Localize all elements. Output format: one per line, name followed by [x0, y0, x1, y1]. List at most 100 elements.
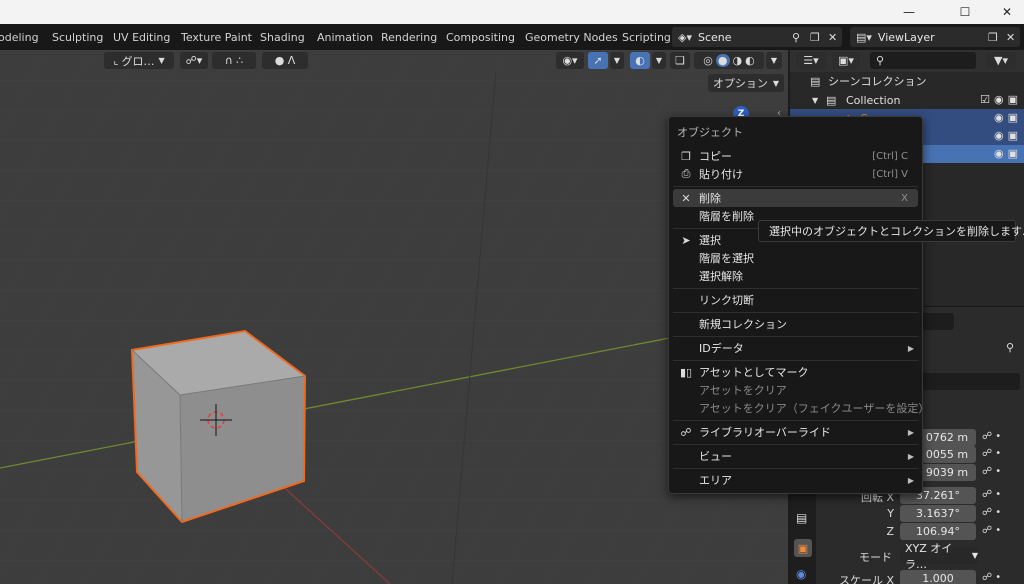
eye-icon[interactable]: ◉: [994, 129, 1004, 142]
outliner-row-scene-collection[interactable]: ▤ シーンコレクション: [790, 72, 1024, 90]
filter-view-dropdown[interactable]: ▣▾: [832, 52, 860, 69]
copy-view-layer-icon[interactable]: ❐: [988, 31, 998, 44]
eye-icon[interactable]: ◉: [994, 147, 1004, 160]
close-button[interactable]: ✕: [984, 0, 1024, 24]
location-x-field[interactable]: 0762 m: [918, 429, 976, 446]
gizmo-icon: ➚: [593, 54, 603, 67]
outliner-row-collection[interactable]: ▼ ▤ Collection ☑ ◉ ▣: [790, 91, 1024, 109]
paste-icon: ⎙: [681, 167, 691, 180]
lock-icon[interactable]: ☍ •: [982, 507, 1001, 518]
tab-compositing[interactable]: Compositing: [446, 29, 515, 47]
shading-mode-switcher[interactable]: ◎ ● ◑ ◐: [694, 52, 764, 69]
maximize-button[interactable]: ☐: [942, 0, 988, 24]
tab-uv-editing[interactable]: UV Editing: [113, 29, 170, 47]
eye-icon[interactable]: ◉: [994, 111, 1004, 124]
lock-icon[interactable]: ☍ •: [982, 489, 1001, 500]
tab-scripting[interactable]: Scripting: [622, 29, 671, 47]
remove-scene-icon[interactable]: ✕: [828, 31, 837, 44]
minimize-button[interactable]: —: [886, 0, 932, 24]
rotation-z-field[interactable]: 106.94°: [900, 523, 976, 540]
tab-shading[interactable]: Shading: [260, 29, 305, 47]
lock-icon[interactable]: ☍ •: [982, 431, 1001, 442]
submenu-arrow-icon: ▶: [907, 427, 914, 437]
pivot-point-dropdown[interactable]: ☍▾: [180, 52, 208, 69]
object-name-field[interactable]: [918, 373, 1020, 390]
rotation-mode-dropdown[interactable]: XYZ オイラ… ▼: [900, 542, 978, 571]
location-z-field[interactable]: 9039 m: [918, 464, 976, 481]
copy-scene-icon[interactable]: ❐: [810, 31, 820, 44]
chevron-down-icon: ▼: [772, 78, 780, 88]
menu-item-area[interactable]: エリア ▶: [673, 471, 918, 489]
display-mode-dropdown[interactable]: ☰▾: [796, 52, 826, 69]
location-y-field[interactable]: 0055 m: [918, 446, 976, 463]
camera-render-icon[interactable]: ▣: [1008, 129, 1018, 142]
outliner-search-input[interactable]: ⚲: [870, 52, 976, 69]
overlay-toggle[interactable]: ◐: [630, 52, 650, 69]
camera-render-icon[interactable]: ▣: [1008, 111, 1018, 124]
scale-x-field[interactable]: 1.000: [900, 570, 976, 584]
options-dropdown[interactable]: オプション ▼: [708, 74, 784, 92]
orientation-icon: ⌞: [113, 54, 119, 67]
checkbox-icon[interactable]: ☑: [980, 93, 990, 106]
options-label: オプション: [712, 77, 768, 90]
gizmo-dropdown[interactable]: ▼: [610, 52, 624, 69]
properties-search-input[interactable]: [918, 313, 954, 330]
menu-item-label: コピー: [699, 150, 732, 163]
modifier-properties-icon[interactable]: ◉: [796, 567, 806, 581]
proportional-edit-toggle[interactable]: ● Λ: [262, 52, 308, 69]
menu-item-library-override[interactable]: ☍ ライブラリオーバーライド ▶: [673, 423, 918, 441]
lock-icon[interactable]: ☍ •: [982, 572, 1001, 583]
rendered-shading-icon[interactable]: ◐: [745, 54, 755, 67]
camera-render-icon[interactable]: ▣: [1008, 147, 1018, 160]
eye-icon[interactable]: ◉: [994, 93, 1004, 106]
lock-icon[interactable]: ☍ •: [982, 466, 1001, 477]
tab-sculpting[interactable]: Sculpting: [52, 29, 103, 47]
tab-texture-paint[interactable]: Texture Paint: [181, 29, 252, 47]
view-layer-selector[interactable]: ▤▾ ViewLayer ❐ ✕: [850, 27, 1020, 47]
transform-orientation-dropdown[interactable]: ⌞ グロ… ▼: [104, 52, 174, 69]
scene-selector[interactable]: ◈▾ Scene ⚲ ❐ ✕: [672, 27, 842, 47]
rotation-mode-label: モード: [859, 551, 892, 564]
collection-properties-icon[interactable]: ▤: [796, 511, 807, 525]
menu-separator: [673, 360, 918, 361]
remove-view-layer-icon[interactable]: ✕: [1006, 31, 1015, 44]
menu-item-unlink[interactable]: リンク切断: [673, 291, 918, 309]
xray-toggle[interactable]: ❏: [670, 52, 690, 69]
menu-item-new-collection[interactable]: 新規コレクション: [673, 315, 918, 333]
object-properties-icon[interactable]: ▣: [794, 539, 812, 557]
visibility-dropdown[interactable]: ◉▾: [556, 52, 584, 69]
menu-item-mark-asset[interactable]: ▮▯ アセットとしてマーク: [673, 363, 918, 381]
solid-shading-icon[interactable]: ●: [715, 54, 730, 67]
pin-icon[interactable]: ⚲: [792, 31, 800, 44]
filter-dropdown[interactable]: ▼▾: [986, 52, 1016, 69]
menu-item-select-hierarchy[interactable]: 階層を選択: [673, 249, 918, 267]
tab-animation[interactable]: Animation: [317, 29, 373, 47]
camera-render-icon[interactable]: ▣: [1008, 93, 1018, 106]
menu-item-label: 新規コレクション: [699, 318, 787, 331]
menu-item-view[interactable]: ビュー ▶: [673, 447, 918, 465]
gizmo-toggle[interactable]: ➚: [588, 52, 608, 69]
pin-icon[interactable]: ⚲: [1006, 341, 1014, 354]
menu-item-delete[interactable]: ✕ 削除 X: [673, 189, 918, 207]
overlay-dropdown[interactable]: ▼: [652, 52, 666, 69]
menu-item-deselect[interactable]: 選択解除: [673, 267, 918, 285]
x-icon: ✕: [681, 191, 691, 205]
lock-icon[interactable]: ☍ •: [982, 525, 1001, 536]
menu-item-copy[interactable]: ❐ コピー [Ctrl] C: [673, 147, 918, 165]
expand-arrow-icon[interactable]: ▼: [812, 96, 818, 105]
tab-modeling[interactable]: odeling: [0, 29, 39, 47]
material-shading-icon[interactable]: ◑: [733, 54, 743, 67]
snap-toggle[interactable]: ∩ ∴: [212, 52, 256, 69]
tab-geometry-nodes[interactable]: Geometry Nodes: [525, 29, 618, 47]
pivot-icon: ☍▾: [185, 54, 203, 67]
menu-item-id-data[interactable]: IDデータ ▶: [673, 339, 918, 357]
tab-rendering[interactable]: Rendering: [381, 29, 437, 47]
chevron-down-icon: ▼: [158, 56, 165, 65]
lock-icon[interactable]: ☍ •: [982, 448, 1001, 459]
image-icon: ▣▾: [838, 54, 854, 67]
shading-dropdown[interactable]: ▼: [766, 52, 782, 69]
wireframe-shading-icon[interactable]: ◎: [703, 54, 713, 67]
rotation-y-field[interactable]: 3.1637°: [900, 505, 976, 522]
menu-item-paste[interactable]: ⎙ 貼り付け [Ctrl] V: [673, 165, 918, 183]
location-y-value: 0055 m: [925, 448, 969, 461]
